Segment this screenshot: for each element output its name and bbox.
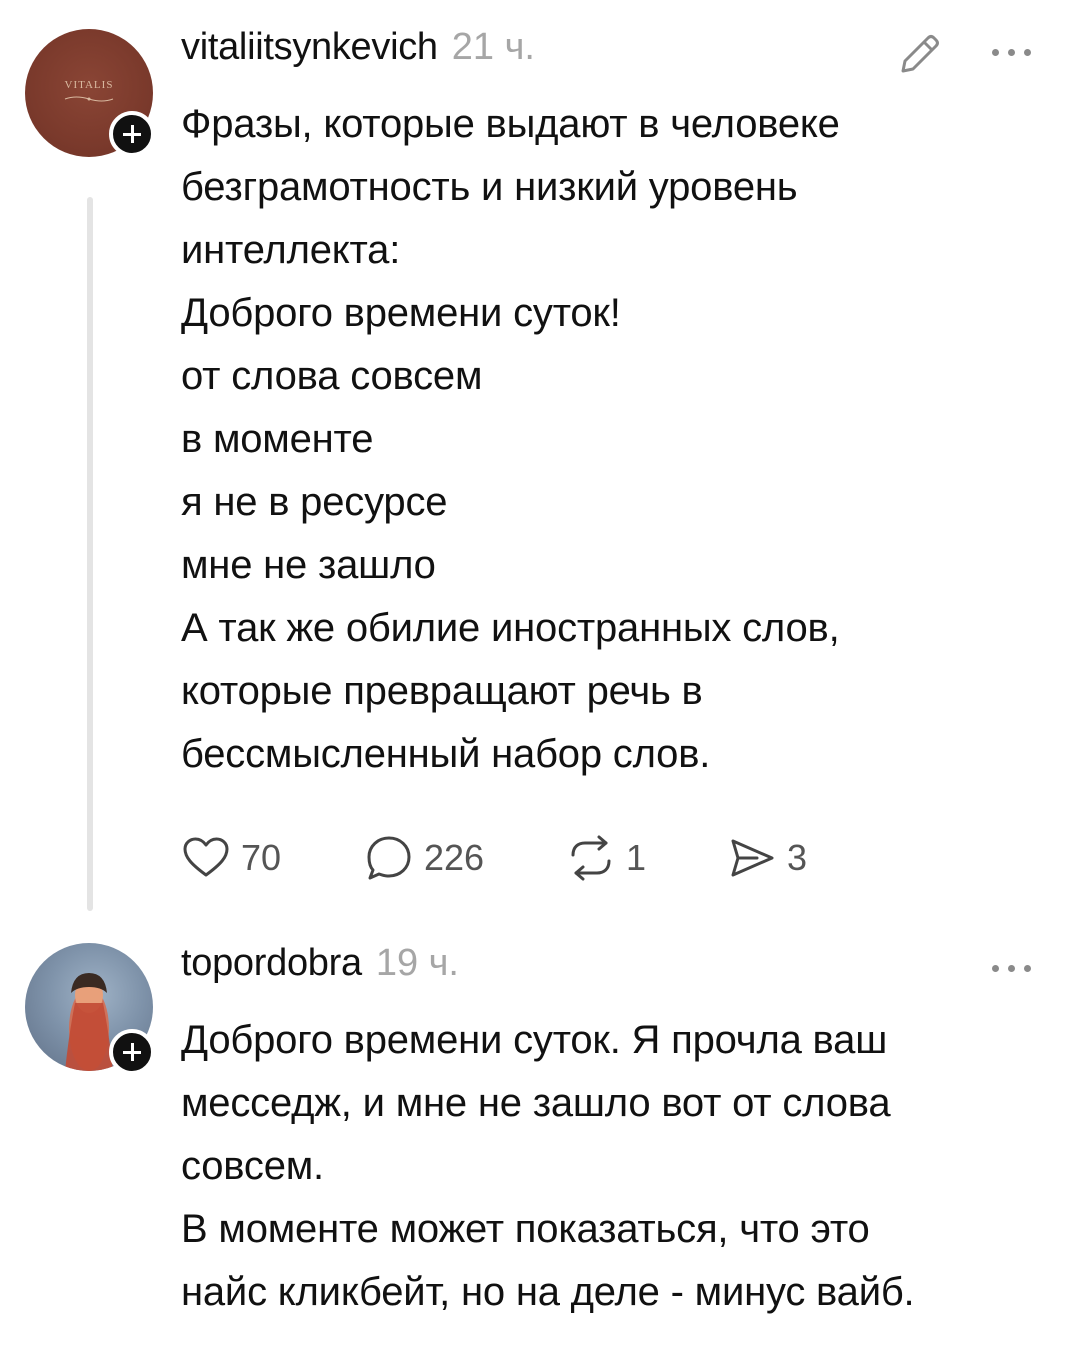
follow-plus-icon[interactable]	[109, 111, 155, 157]
share-button[interactable]: 3	[727, 830, 807, 886]
post-line: месседж, и мне не зашло вот от слова	[181, 1081, 891, 1125]
comment-icon	[367, 836, 411, 880]
flourish-icon	[64, 96, 114, 102]
heart-icon	[183, 837, 229, 877]
post-line: в моменте	[181, 417, 374, 461]
post-body: Фразы, которые выдают в человеке безграм…	[181, 93, 1061, 786]
like-button[interactable]: 70	[181, 830, 281, 886]
comment-count: 226	[424, 837, 485, 878]
post-line: от слова совсем	[181, 354, 483, 398]
follow-plus-icon[interactable]	[109, 1029, 155, 1075]
like-count: 70	[241, 837, 282, 878]
post-line: В моменте может показаться, что это	[181, 1207, 870, 1251]
post-body: Доброго времени суток. Я прочла ваш месс…	[181, 1009, 1061, 1324]
post-line: интеллекта:	[181, 228, 401, 272]
post-line: Доброго времени суток!	[181, 291, 621, 335]
post-line: найс кликбейт, но на деле - минус вайб.	[181, 1270, 915, 1314]
share-count: 3	[787, 837, 808, 878]
more-icon[interactable]	[988, 42, 1036, 62]
repost-count: 1	[626, 837, 647, 878]
post-line: Фразы, которые выдают в человеке	[181, 102, 840, 146]
username[interactable]: vitaliitsynkevich	[181, 26, 438, 69]
post-line: А так же обилие иностранных слов,	[181, 606, 840, 650]
post-line: Доброго времени суток. Я прочла ваш	[181, 1018, 888, 1062]
timestamp: 21 ч.	[451, 26, 535, 68]
post-line: которые превращают речь в	[181, 669, 703, 713]
post-line: я не в ресурсе	[181, 480, 448, 524]
post-line: безграмотность и низкий уровень	[181, 165, 798, 209]
avatar-logo-text: VITALIS	[64, 79, 114, 91]
share-icon	[731, 839, 774, 877]
post-line: совсем.	[181, 1144, 324, 1188]
more-icon[interactable]	[988, 958, 1036, 978]
comment-button[interactable]: 226	[364, 830, 484, 886]
username[interactable]: topordobra	[181, 942, 362, 985]
post-line: мне не зашло	[181, 543, 436, 587]
timestamp: 19 ч.	[375, 942, 459, 984]
post-line: бессмысленный набор слов.	[181, 732, 711, 776]
repost-icon	[571, 835, 611, 881]
post-header: topordobra 19 ч.	[181, 942, 459, 992]
thread-line	[87, 197, 93, 911]
repost-button[interactable]: 1	[566, 830, 646, 886]
edit-icon[interactable]	[896, 30, 944, 78]
post-header: vitaliitsynkevich 21 ч.	[181, 26, 535, 76]
